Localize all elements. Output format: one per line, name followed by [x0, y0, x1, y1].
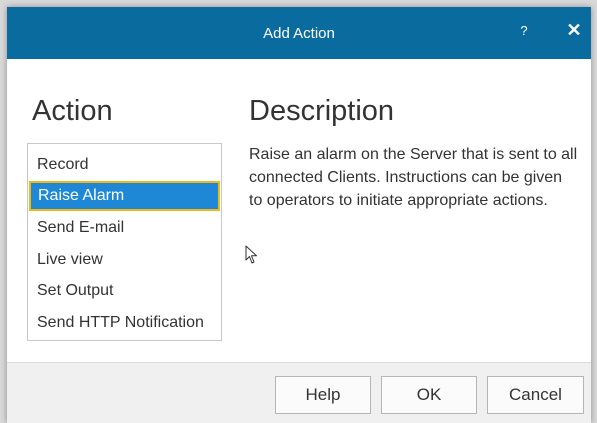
list-item-record[interactable]: Record	[28, 150, 221, 180]
list-item-send-http-notification[interactable]: Send HTTP Notification	[28, 308, 221, 338]
list-item-raise-alarm[interactable]: Raise Alarm	[29, 181, 220, 211]
list-item-set-output[interactable]: Set Output	[28, 276, 221, 306]
list-item-live-view[interactable]: Live view	[28, 245, 221, 275]
dialog-title: Add Action	[263, 25, 335, 42]
cancel-button[interactable]: Cancel	[487, 376, 584, 414]
close-icon[interactable]: ✕	[564, 20, 584, 40]
action-list[interactable]: Record Raise Alarm Send E-mail Live view…	[27, 143, 222, 341]
ok-button[interactable]: OK	[381, 376, 477, 414]
list-item-send-email[interactable]: Send E-mail	[28, 213, 221, 243]
help-question-icon[interactable]: ?	[516, 23, 532, 41]
action-heading: Action	[32, 95, 113, 127]
title-bar: Add Action ? ✕	[7, 7, 591, 59]
help-button[interactable]: Help	[275, 376, 371, 414]
add-action-dialog: Add Action ? ✕ Action Description Record…	[7, 7, 591, 423]
dialog-footer: Help OK Cancel	[7, 362, 591, 423]
description-text: Raise an alarm on the Server that is sen…	[249, 146, 578, 209]
mouse-pointer-icon	[245, 245, 257, 264]
description-heading: Description	[249, 95, 395, 127]
